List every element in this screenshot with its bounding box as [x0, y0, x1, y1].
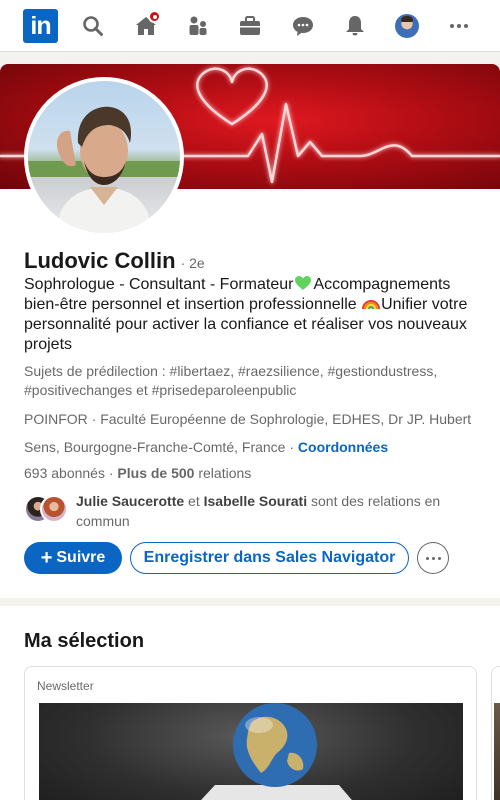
- green-heart-icon: [294, 275, 312, 291]
- location-text: Sens, Bourgogne-Franche-Comté, France ·: [24, 439, 298, 455]
- mutual-name-1: Julie Saucerotte: [76, 493, 185, 509]
- stats-separator: ·: [104, 465, 118, 481]
- more-icon: [425, 556, 441, 560]
- featured-item-label: Newsletter: [37, 679, 94, 693]
- profile-card: Ludovic Collin · 2e Sophrologue - Consul…: [0, 64, 500, 598]
- mutual-and: et: [184, 493, 204, 509]
- notifications-icon[interactable]: [338, 9, 372, 43]
- contact-info-link[interactable]: Coordonnées: [298, 439, 388, 455]
- connection-degree: · 2e: [180, 255, 205, 271]
- home-icon[interactable]: [129, 9, 163, 43]
- notification-badge: [148, 10, 161, 23]
- my-network-icon[interactable]: [181, 9, 215, 43]
- profile-stats: 693 abonnés · Plus de 500 relations: [24, 464, 251, 483]
- more-icon[interactable]: [442, 9, 476, 43]
- profile-name: Ludovic Collin: [24, 248, 176, 273]
- plus-icon: +: [40, 547, 53, 569]
- mutual-avatars: [24, 495, 70, 523]
- featured-item-newsletter[interactable]: Newsletter: [24, 666, 477, 800]
- me-avatar[interactable]: [390, 9, 424, 43]
- featured-item-next[interactable]: [491, 666, 500, 800]
- connections-count[interactable]: Plus de 500: [117, 465, 194, 481]
- save-sales-navigator-button[interactable]: Enregistrer dans Sales Navigator: [130, 542, 409, 574]
- newsletter-image: [39, 703, 463, 800]
- follow-label: Suivre: [56, 549, 106, 566]
- profile-location: Sens, Bourgogne-Franche-Comté, France · …: [24, 438, 388, 457]
- profile-name-row: Ludovic Collin · 2e: [24, 248, 205, 274]
- profile-headline: Sophrologue - Consultant - Formateur Acco…: [24, 275, 484, 355]
- featured-section: Ma sélection Newsletter: [0, 606, 500, 800]
- profile-education: POINFOR · Faculté Européenne de Sophrolo…: [24, 411, 472, 427]
- profile-topics: Sujets de prédilection : #libertaez, #ra…: [24, 363, 438, 398]
- sales-navigator-label: Enregistrer dans Sales Navigator: [143, 549, 396, 566]
- mutual-connections-text: Julie Saucerotte et Isabelle Sourati son…: [76, 491, 466, 531]
- mutual-name-2: Isabelle Sourati: [203, 493, 308, 509]
- featured-item-image: [494, 703, 500, 800]
- featured-title: Ma sélection: [24, 630, 145, 652]
- followers-count[interactable]: 693 abonnés: [24, 465, 105, 481]
- messaging-icon[interactable]: [286, 9, 320, 43]
- headline-text-1: Sophrologue - Consultant - Formateur: [24, 276, 294, 293]
- search-icon[interactable]: [76, 9, 110, 43]
- linkedin-logo[interactable]: in: [23, 9, 58, 43]
- follow-button[interactable]: + Suivre: [24, 542, 122, 574]
- connections-label: relations: [194, 465, 252, 481]
- profile-photo[interactable]: [24, 77, 184, 237]
- top-nav-bar: in: [0, 0, 500, 52]
- avatar: [40, 495, 68, 523]
- jobs-icon[interactable]: [233, 9, 267, 43]
- rainbow-icon: [362, 295, 381, 311]
- more-actions-button[interactable]: [417, 542, 449, 574]
